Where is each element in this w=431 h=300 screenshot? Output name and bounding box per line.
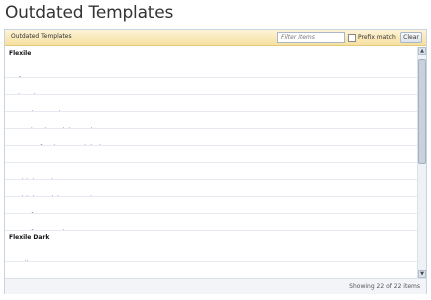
scroll-thumb[interactable] [418, 59, 426, 164]
template-row[interactable]: news_feed_page_globalCustom Version: 1.0… [5, 129, 417, 146]
template-row[interactable]: editor_contents.cssCustom Version: 1.0.0… [5, 245, 417, 262]
filter-input[interactable] [277, 32, 345, 43]
panel-header: Outdated Templates Prefix match Clear [5, 30, 426, 46]
items-count-status: Showing 22 of 22 items [349, 283, 420, 290]
template-row[interactable]: footerCustom Version: 1.0.0 Beta 6, Mast… [5, 61, 417, 78]
template-row[interactable]: header.cssCustom Version: 1.0.0 Beta 5, … [5, 78, 417, 95]
page-title: Outdated Templates [5, 3, 174, 23]
template-row[interactable]: xenforo_sections.cssCustom Version: 1.0.… [5, 214, 417, 231]
prefix-match-toggle[interactable]: Prefix match [348, 32, 396, 43]
template-row[interactable]: sidebar_share_page.cssCustom Version: 1.… [5, 163, 417, 180]
template-row[interactable]: navigation_visitor_tabCustom Version: 1.… [5, 112, 417, 129]
template-row[interactable]: sidebar_visitor_panelCustom Version: 1.0… [5, 180, 417, 197]
template-row[interactable]: moderator_barCustom Version: 1.0.0 Beta … [5, 95, 417, 112]
prefix-match-label: Prefix match [358, 34, 396, 41]
template-row[interactable]: error.cssCustom Version: 1.0.0 Beta 5, M… [5, 262, 417, 278]
prefix-match-checkbox[interactable] [348, 33, 356, 42]
template-row[interactable]: PAGE_CONTAINERCustom Version: 1.0.0 Beta… [5, 146, 417, 163]
template-list: Flexile footerCustom Version: 1.0.0 Beta … [5, 47, 417, 278]
clear-button[interactable]: Clear [400, 32, 422, 43]
group-heading: Flexile Dark [9, 234, 50, 241]
template-row[interactable]: xenforo.cssCustom Version: 1.0.0 Release… [5, 197, 417, 214]
list-scrollbar[interactable]: ▲ ▼ [417, 47, 426, 278]
panel-header-label: Outdated Templates [11, 33, 72, 40]
outdated-templates-panel: Outdated Templates Prefix match Clear Fl… [4, 29, 427, 294]
panel-footer: Showing 22 of 22 items [5, 278, 426, 294]
arrow-up-icon[interactable]: ▲ [418, 47, 426, 55]
group-heading: Flexile [9, 50, 32, 57]
arrow-down-icon[interactable]: ▼ [418, 270, 426, 278]
